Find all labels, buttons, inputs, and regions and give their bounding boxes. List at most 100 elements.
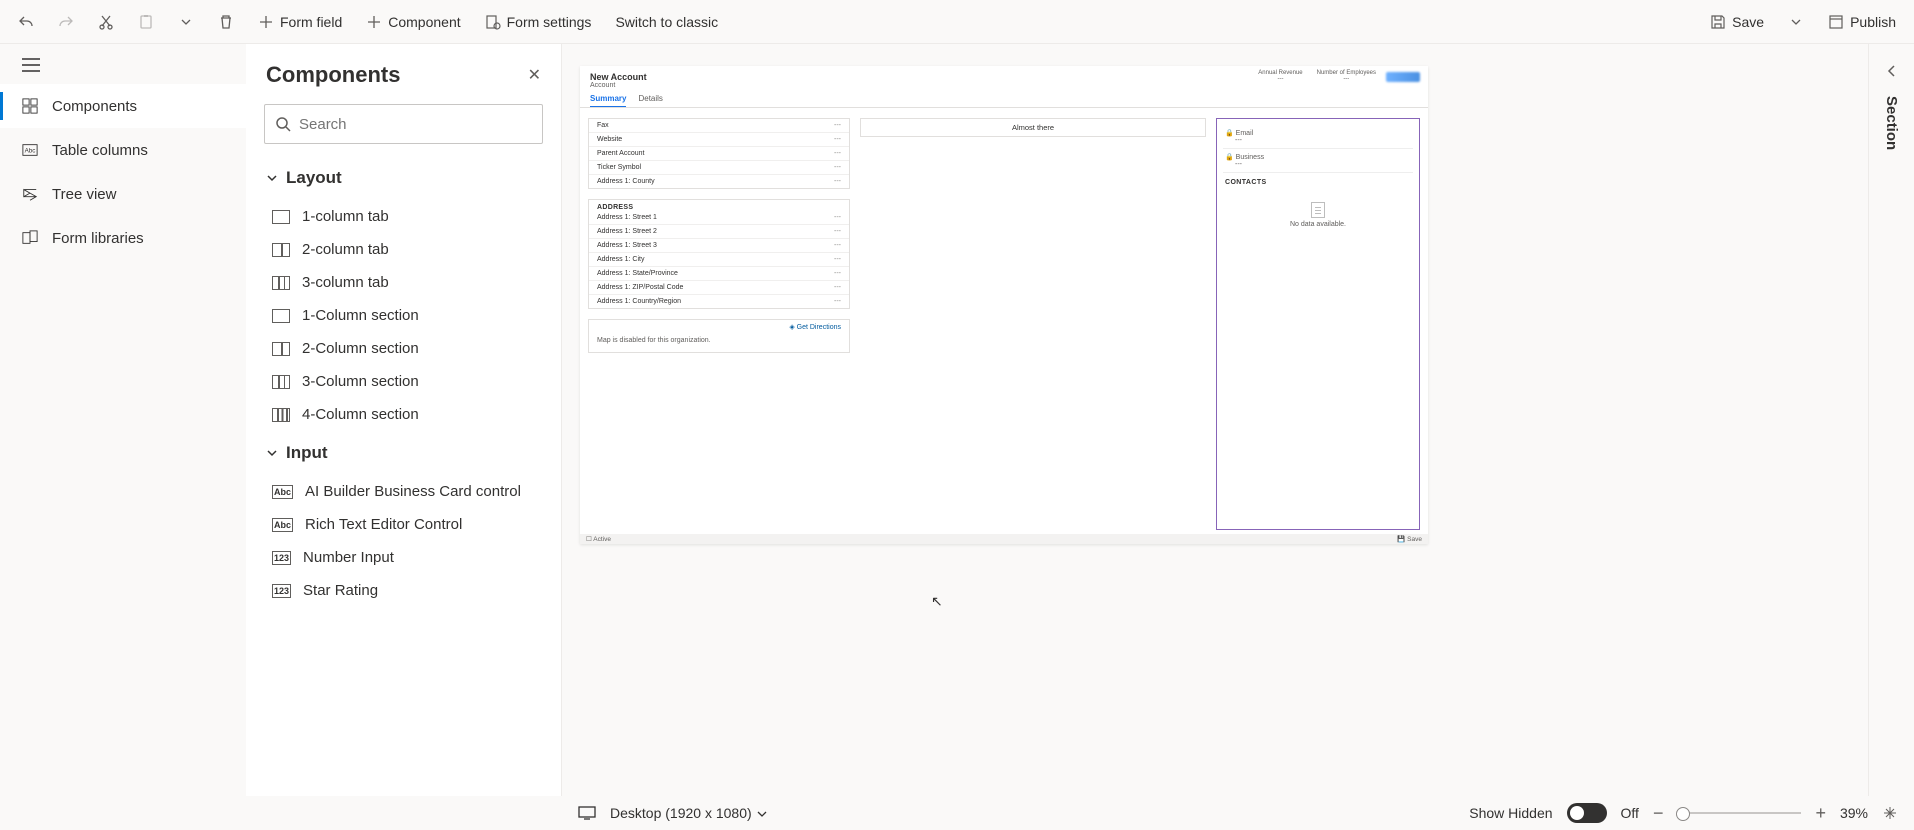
field-label: Address 1: Street 3 [597,242,657,249]
viewport-selector[interactable]: Desktop (1920 x 1080) [610,805,768,821]
tab-summary[interactable]: Summary [590,91,626,107]
metric-label: Annual Revenue [1258,70,1302,76]
selected-section[interactable]: 🔒 Email--- 🔒 Business--- CONTACTS No dat… [1216,118,1420,530]
field-value: --- [834,214,841,221]
paste-dropdown[interactable] [168,8,204,36]
side-field[interactable]: 🔒 Email--- [1223,125,1413,149]
cut-button[interactable] [88,8,124,36]
comp-star-rating[interactable]: 123Star Rating [260,574,553,607]
comp-label: Star Rating [303,582,378,599]
field-label: Address 1: Street 1 [597,214,657,221]
tree-view-icon [22,186,38,202]
save-dropdown[interactable] [1778,8,1814,36]
nav-label: Form libraries [52,230,144,247]
comp-3-column-tab[interactable]: 3-column tab [260,266,553,299]
comp-rich-text-editor[interactable]: AbcRich Text Editor Control [260,508,553,541]
field-label: Fax [597,122,609,129]
paste-button[interactable] [128,8,164,36]
section-general[interactable]: Fax--- Website--- Parent Account--- Tick… [588,118,850,189]
form-subtitle: Account [590,82,1418,89]
zoom-slider[interactable] [1677,812,1801,814]
save-icon [1710,14,1726,30]
comp-label: 1-column tab [302,208,389,225]
nav-tree-view[interactable]: Tree view [0,172,246,216]
delete-button[interactable] [208,8,244,36]
side-field[interactable]: 🔒 Business--- [1223,149,1413,173]
close-panel-button[interactable]: ✕ [528,65,541,85]
section-address[interactable]: ADDRESS Address 1: Street 1 --- Address 1… [588,199,850,309]
get-directions-link[interactable]: ◈ Get Directions [589,320,849,334]
undo-button[interactable] [8,8,44,36]
form-preview[interactable]: New Account Account Annual Revenue--- Nu… [580,66,1428,544]
components-panel: Components ✕ Layout 1-column tab 2-colum… [246,44,562,796]
owner-pill[interactable] [1386,72,1420,82]
footer-save[interactable]: Save [1407,536,1422,543]
component-label: Component [388,14,460,30]
nav-table-columns[interactable]: AbcTable columns [0,128,246,172]
save-button[interactable]: Save [1700,8,1774,36]
hamburger-button[interactable] [0,58,246,84]
show-hidden-label: Show Hidden [1469,805,1552,821]
plus-icon [258,14,274,30]
form-libraries-icon [22,230,38,246]
form-settings-button[interactable]: Form settings [475,8,602,36]
field-label: Address 1: City [597,256,644,263]
form-canvas[interactable]: New Account Account Annual Revenue--- Nu… [562,44,1868,796]
field-label: Address 1: State/Province [597,270,678,277]
paste-icon [138,14,154,30]
comp-4-column-section[interactable]: 4-Column section [260,398,553,431]
form-footer: ☐ Active 💾 Save [580,534,1428,544]
cut-icon [98,14,114,30]
section-map[interactable]: ◈ Get Directions Map is disabled for thi… [588,319,850,353]
add-component-button[interactable]: Component [356,8,470,36]
metric-label: Number of Employees [1317,70,1376,76]
group-input-toggle[interactable]: Input [260,431,553,475]
components-scroll[interactable]: Layout 1-column tab 2-column tab 3-colum… [246,156,561,796]
toggle-state-label: Off [1621,805,1639,821]
rail-section-label[interactable]: Section [1883,96,1900,150]
comp-label: 4-Column section [302,406,419,423]
switch-to-classic-button[interactable]: Switch to classic [605,8,728,36]
tab-details[interactable]: Details [638,91,662,107]
comp-label: Number Input [303,549,394,566]
document-icon [1311,202,1325,218]
fit-to-screen-button[interactable] [1882,805,1898,821]
publish-button[interactable]: Publish [1818,8,1906,36]
comp-1-column-section[interactable]: 1-Column section [260,299,553,332]
form-field-label: Form field [280,14,342,30]
search-box[interactable] [264,104,543,144]
footer-status: Active [593,536,611,543]
search-input[interactable] [299,116,532,133]
field-value: --- [834,298,841,305]
comp-label: 3-Column section [302,373,419,390]
redo-icon [58,14,74,30]
field-value: --- [834,150,841,157]
comp-2-column-section[interactable]: 2-Column section [260,332,553,365]
field-value: --- [834,122,841,129]
comp-number-input[interactable]: 123Number Input [260,541,553,574]
redo-button[interactable] [48,8,84,36]
comp-1-column-tab[interactable]: 1-column tab [260,200,553,233]
layout-2col-icon [272,342,290,356]
show-hidden-toggle[interactable] [1567,803,1607,823]
field-label: Address 1: Country/Region [597,298,681,305]
comp-label: 2-column tab [302,241,389,258]
section-title: ADDRESS [589,200,849,211]
nav-components[interactable]: Components [0,84,246,128]
undo-icon [18,14,34,30]
comp-3-column-section[interactable]: 3-Column section [260,365,553,398]
nav-form-libraries[interactable]: Form libraries [0,216,246,260]
group-layout-toggle[interactable]: Layout [260,156,553,200]
zoom-in-button[interactable]: + [1815,803,1826,824]
header-metrics: Annual Revenue--- Number of Employees--- [1258,70,1376,82]
layout-2col-icon [272,243,290,257]
zoom-out-button[interactable]: − [1653,803,1664,824]
add-form-field-button[interactable]: Form field [248,8,352,36]
expand-rail-button[interactable] [1885,64,1899,78]
comp-ai-business-card[interactable]: AbcAI Builder Business Card control [260,475,553,508]
timeline-placeholder[interactable]: Almost there [860,118,1206,137]
form-settings-icon [485,14,501,30]
comp-2-column-tab[interactable]: 2-column tab [260,233,553,266]
group-title: Layout [286,168,342,188]
right-rail: Section [1868,44,1914,796]
